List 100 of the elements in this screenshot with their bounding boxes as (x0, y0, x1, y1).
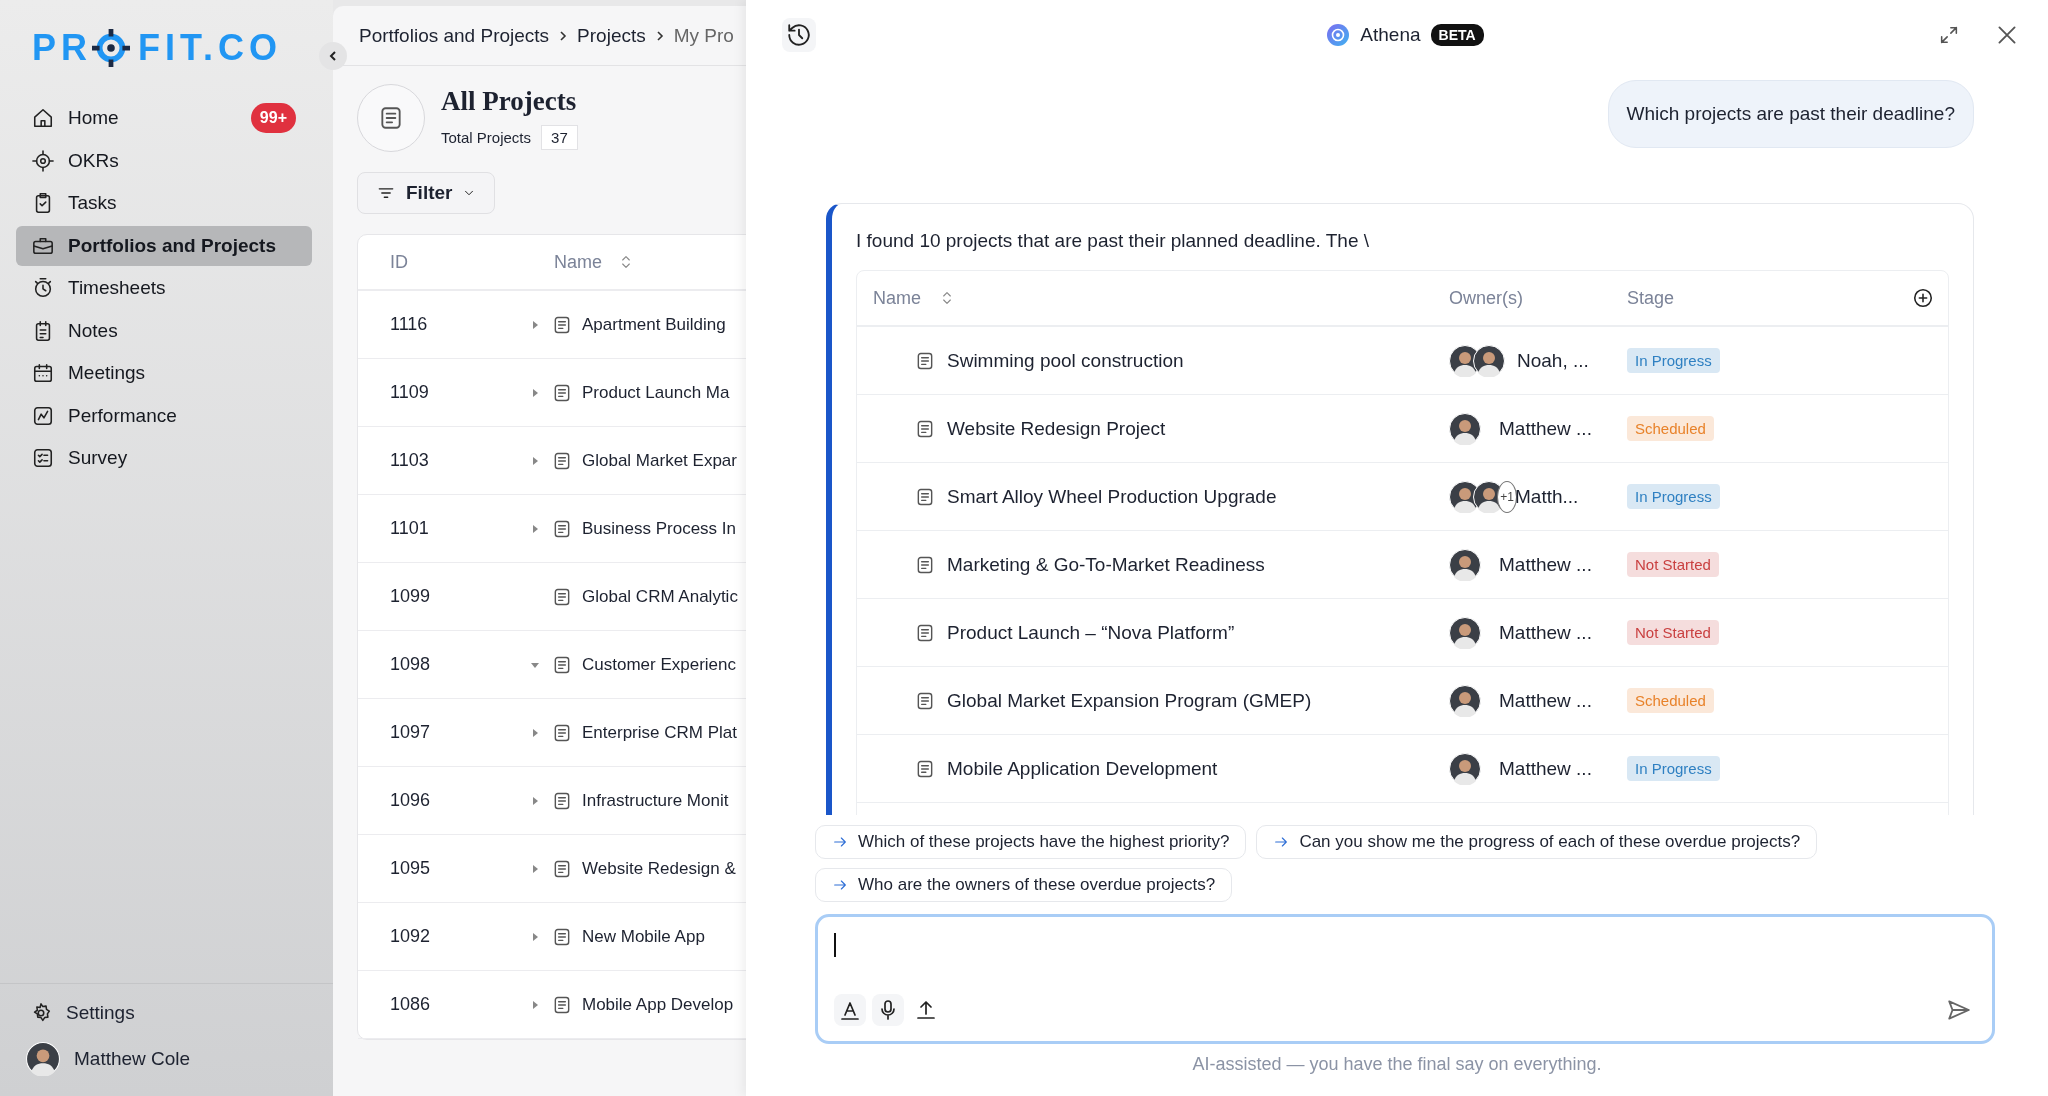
avatar (1449, 684, 1481, 717)
expand-icon[interactable] (530, 863, 540, 874)
project-name[interactable]: Marketing & Go-To-Market Readiness (947, 553, 1449, 576)
stage-tag: In Progress (1627, 484, 1720, 509)
user-profile[interactable]: Matthew Cole (26, 1042, 333, 1076)
collapse-button[interactable] (319, 42, 347, 70)
suggestion-chip[interactable]: Who are the owners of these overdue projects? (815, 868, 1233, 902)
send-icon (1946, 997, 1972, 1023)
sidebar-item[interactable]: Home 99+ (16, 98, 312, 138)
settings-item[interactable]: Settings (30, 1002, 333, 1024)
filter-button[interactable]: Filter (357, 172, 496, 214)
project-name[interactable]: Website Redesign & (582, 858, 736, 879)
project-name[interactable]: Product Launch Ma (582, 382, 730, 403)
calendar-icon (32, 362, 54, 384)
arrow-right-icon (832, 877, 848, 893)
suggestion-chip[interactable]: Which of these projects have the highest priority? (815, 825, 1247, 859)
project-name[interactable]: Smart Alloy Wheel Production Upgrade (947, 485, 1449, 508)
avatar (1473, 344, 1505, 377)
project-id: 1098 (390, 654, 432, 675)
logo-text: FIT.CO (138, 27, 282, 69)
project-name[interactable]: Apartment Building (582, 314, 726, 335)
microphone-button[interactable] (872, 994, 904, 1026)
expand-icon[interactable] (530, 727, 540, 738)
sidebar-item[interactable]: Notes (16, 310, 312, 351)
project-id: 1101 (390, 518, 430, 539)
expand-icon[interactable] (530, 319, 540, 330)
project-id: 1086 (390, 994, 432, 1015)
project-id: 1095 (390, 858, 432, 879)
expand-icon[interactable] (530, 931, 540, 942)
sidebar-item[interactable]: OKRs (16, 140, 312, 181)
page-title: All Projects (441, 86, 578, 117)
document-icon (915, 418, 935, 439)
owner-name: Noah, ... (1517, 349, 1589, 372)
project-name[interactable]: Swimming pool construction (947, 349, 1449, 372)
column-header[interactable]: Name (873, 287, 921, 309)
project-name[interactable]: Product Launch – “Nova Platform” (947, 621, 1449, 644)
expand-icon[interactable] (530, 795, 540, 806)
document-icon (915, 758, 935, 779)
project-id: 1099 (390, 586, 432, 607)
sidebar-item[interactable]: Performance (16, 395, 312, 436)
suggestion-chip[interactable]: Can you show me the progress of each of these overdue projects? (1256, 825, 1818, 859)
project-name[interactable]: Mobile App Develop (582, 994, 734, 1015)
owner-name: Matthew ... (1499, 553, 1592, 576)
project-name[interactable]: Website Redesign Project (947, 417, 1449, 440)
project-name[interactable]: Global Market Expar (582, 450, 737, 471)
text-format-button[interactable] (834, 994, 866, 1026)
project-name[interactable]: New Mobile App (582, 926, 705, 947)
document-icon (915, 690, 935, 711)
document-icon (552, 858, 572, 879)
project-name[interactable]: Customer Experienc (582, 654, 736, 675)
crosshair-icon (92, 29, 130, 67)
project-name[interactable]: Infrastructure Monit (582, 790, 729, 811)
document-icon (915, 554, 935, 575)
stage-tag: Not Started (1627, 620, 1719, 645)
breadcrumb-link[interactable]: My Pro (673, 24, 734, 47)
expand-icon[interactable] (530, 523, 540, 534)
add-icon (1912, 287, 1934, 309)
project-name[interactable]: Global Market Expansion Program (GMEP) (947, 689, 1449, 712)
document-icon (552, 926, 572, 947)
breadcrumb-link[interactable]: Portfolios and Projects (359, 24, 550, 47)
history-button[interactable] (782, 18, 816, 52)
document-icon (378, 105, 404, 131)
expand-icon[interactable] (530, 455, 540, 466)
avatar (1449, 548, 1481, 581)
project-name[interactable]: Enterprise CRM Plat (582, 722, 737, 743)
sidebar-item[interactable]: Portfolios and Projects (16, 225, 312, 266)
sidebar-item[interactable]: Tasks (16, 183, 312, 223)
document-icon (552, 722, 572, 743)
answer-text: I found 10 projects that are past their planned deadline. The \ (856, 230, 1370, 252)
project-id: 1092 (390, 926, 432, 947)
logo-text: PR (32, 27, 92, 69)
sidebar-item[interactable]: Meetings (16, 353, 312, 393)
stage-tag: In Progress (1627, 756, 1720, 781)
total-count: 37 (541, 125, 578, 150)
sidebar-item[interactable]: Survey (16, 438, 312, 478)
chevron-right-icon (559, 30, 568, 41)
project-name[interactable]: Business Process In (582, 518, 736, 539)
expand-icon[interactable] (530, 387, 540, 398)
document-icon (915, 350, 935, 371)
text-cursor (834, 933, 836, 957)
document-icon (915, 622, 935, 643)
stage-tag: In Progress (1627, 348, 1720, 373)
project-id: 1103 (390, 450, 430, 471)
project-name[interactable]: Mobile Application Development (947, 757, 1449, 780)
column-header[interactable]: Name (554, 251, 602, 273)
breadcrumb-link[interactable]: Projects (577, 24, 646, 47)
beta-badge: BETA (1430, 24, 1484, 46)
assistant-logo-icon (1326, 23, 1351, 47)
project-name[interactable]: Global CRM Analytic (582, 586, 738, 607)
stage-tag: Not Started (1627, 552, 1719, 577)
chart-icon (32, 404, 54, 427)
target-icon (32, 149, 54, 172)
document-icon (552, 654, 572, 675)
message-input[interactable] (815, 914, 1995, 1044)
avatar (1449, 412, 1481, 445)
stage-tag: Scheduled (1627, 688, 1714, 713)
expand-icon[interactable] (530, 999, 540, 1010)
sidebar-item[interactable]: Timesheets (16, 268, 312, 308)
document-icon (552, 994, 572, 1015)
owner-name: Matth... (1515, 485, 1579, 508)
